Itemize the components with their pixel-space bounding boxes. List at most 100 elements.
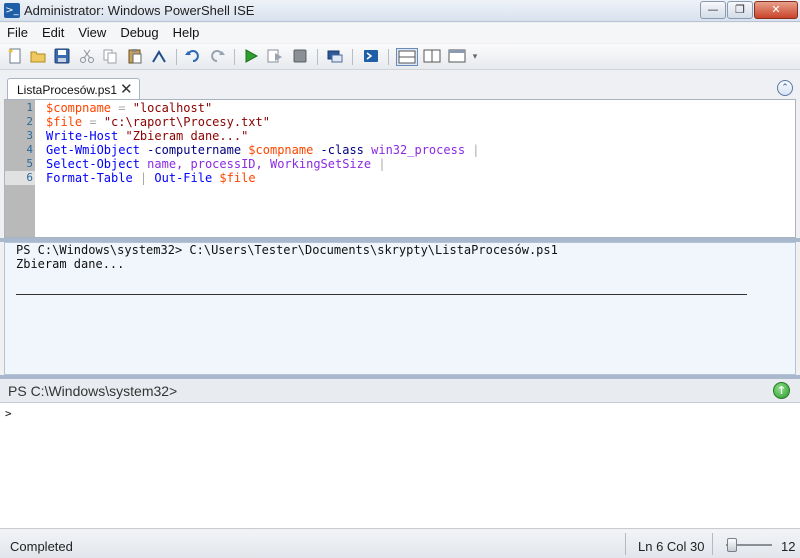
- redo-icon[interactable]: [208, 48, 226, 66]
- gutter-line: 2: [5, 115, 35, 129]
- line-number: 3: [26, 129, 33, 142]
- toolbar-separator: [388, 49, 389, 65]
- close-icon[interactable]: ✕: [120, 80, 133, 98]
- line-number: 2: [26, 115, 33, 128]
- gutter-line: 1: [5, 101, 35, 115]
- title-bar: >_ Administrator: Windows PowerShell ISE…: [0, 0, 800, 22]
- code-token: "Zbieram dane...": [125, 129, 249, 143]
- code-token: |: [465, 143, 480, 157]
- cursor-position: Ln 6 Col 30: [638, 539, 705, 554]
- code-line: $file = "c:\raport\Procesy.txt": [46, 115, 791, 129]
- code-token: =: [111, 101, 133, 115]
- status-separator: [625, 533, 626, 555]
- command-caret: >: [5, 407, 12, 420]
- code-line: Write-Host "Zbieram dane...": [46, 129, 791, 143]
- code-line: Select-Object name, processID, WorkingSe…: [46, 157, 791, 171]
- gutter-line: 3: [5, 129, 35, 143]
- code-token: name, processID, WorkingSetSize: [139, 157, 372, 171]
- output-progress-line: [16, 294, 747, 295]
- toolbar-separator: [352, 49, 353, 65]
- layout-max-icon[interactable]: [446, 48, 468, 66]
- cut-icon[interactable]: [78, 48, 96, 66]
- code-line: Get-WmiObject -computername $compname -c…: [46, 143, 791, 157]
- save-icon[interactable]: [53, 48, 71, 66]
- run-selection-icon[interactable]: [266, 48, 284, 66]
- toolbar-overflow-icon[interactable]: ▾: [470, 48, 480, 66]
- output-line: PS C:\Windows\system32> C:\Users\Tester\…: [16, 243, 558, 257]
- script-code[interactable]: $compname = "localhost" $file = "c:\rapor…: [46, 101, 791, 185]
- code-token: $compname: [46, 101, 112, 115]
- code-token: -class: [313, 143, 372, 157]
- code-token: Format-Table: [46, 171, 133, 185]
- output-line: Zbieram dane...: [16, 257, 125, 271]
- code-token: "c:\raport\Procesy.txt": [103, 115, 270, 129]
- run-icon[interactable]: [242, 48, 260, 66]
- clear-icon[interactable]: [150, 48, 168, 66]
- toolbar-separator: [317, 49, 318, 65]
- remote-tab-icon[interactable]: [326, 48, 344, 66]
- menu-view[interactable]: View: [71, 23, 113, 43]
- code-token: =: [82, 115, 104, 129]
- tab-lista-procesow[interactable]: ListaProcesów.ps1 ✕: [7, 78, 140, 100]
- line-number: 4: [26, 143, 33, 156]
- status-text: Completed: [10, 539, 73, 554]
- line-number-gutter: 123456: [5, 100, 35, 237]
- code-token: Out-File: [154, 171, 213, 185]
- code-token: Select-Object: [46, 157, 140, 171]
- gutter-line: 4: [5, 143, 35, 157]
- run-command-icon[interactable]: ↑: [773, 382, 790, 399]
- code-token: win32_process: [371, 143, 466, 157]
- output-pane[interactable]: PS C:\Windows\system32> C:\Users\Tester\…: [4, 242, 796, 375]
- toolbar-separator: [176, 49, 177, 65]
- toolbar: ▾: [0, 44, 800, 70]
- script-tab-strip: ListaProcesów.ps1 ✕: [0, 71, 800, 100]
- code-token: Get-WmiObject: [46, 143, 140, 157]
- gutter-line: 5: [5, 157, 35, 171]
- maximize-button[interactable]: ❐: [727, 1, 753, 19]
- code-token: |: [371, 157, 386, 171]
- script-editor[interactable]: 123456 $compname = "localhost" $file = "c…: [4, 99, 796, 238]
- undo-icon[interactable]: [184, 48, 202, 66]
- window-title: Administrator: Windows PowerShell ISE: [24, 3, 255, 18]
- code-token: $file: [219, 171, 256, 185]
- minimize-button[interactable]: —: [700, 1, 726, 19]
- code-line: $compname = "localhost": [46, 101, 791, 115]
- paste-icon[interactable]: [126, 48, 144, 66]
- window-controls: — ❐ ✕: [699, 1, 798, 19]
- code-token: $file: [46, 115, 83, 129]
- status-separator: [712, 533, 713, 555]
- layout-right-icon[interactable]: [421, 48, 443, 66]
- command-prompt-label: PS C:\Windows\system32>: [8, 383, 178, 399]
- layout-top-icon[interactable]: [396, 48, 418, 66]
- code-token: "localhost": [132, 101, 213, 115]
- code-token: -computername: [139, 143, 249, 157]
- zoom-slider-thumb[interactable]: [727, 538, 737, 552]
- copy-icon[interactable]: [101, 48, 119, 66]
- status-bar: Completed Ln 6 Col 30 12: [0, 530, 800, 558]
- powershell-app-icon: >_: [4, 3, 20, 18]
- line-number: 5: [26, 157, 33, 170]
- menu-edit[interactable]: Edit: [35, 23, 71, 43]
- menu-bar: File Edit View Debug Help: [0, 23, 800, 43]
- code-token: |: [132, 171, 155, 185]
- tab-label: ListaProcesów.ps1: [17, 83, 118, 97]
- zoom-value: 12: [781, 539, 796, 554]
- gutter-line: 6: [5, 171, 35, 185]
- code-token: $compname: [248, 143, 314, 157]
- menu-debug[interactable]: Debug: [113, 23, 165, 43]
- open-folder-icon[interactable]: [29, 48, 47, 66]
- powershell-icon[interactable]: [362, 48, 380, 66]
- line-number: 1: [26, 101, 33, 114]
- menu-help[interactable]: Help: [166, 23, 207, 43]
- command-pane-header: PS C:\Windows\system32> ↑: [0, 379, 800, 403]
- stop-icon[interactable]: [291, 48, 309, 66]
- collapse-script-pane-button[interactable]: ⌃: [777, 80, 793, 96]
- code-line: Format-Table | Out-File $file: [46, 171, 791, 185]
- code-token: Write-Host: [46, 129, 119, 143]
- line-number: 6: [26, 171, 33, 184]
- menu-file[interactable]: File: [0, 23, 35, 43]
- close-button[interactable]: ✕: [754, 1, 798, 19]
- command-input[interactable]: >: [0, 403, 800, 529]
- toolbar-separator: [234, 49, 235, 65]
- new-file-icon[interactable]: [6, 48, 24, 66]
